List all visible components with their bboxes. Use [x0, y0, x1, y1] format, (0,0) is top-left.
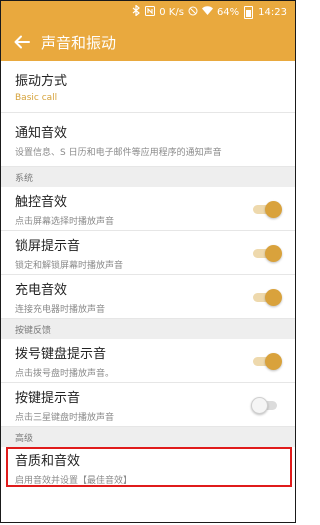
section-header-key-feedback: 按键反馈: [1, 319, 295, 339]
touch-sound-item[interactable]: 触控音效 点击屏幕选择时播放声音: [1, 187, 295, 231]
wifi-icon: [201, 6, 213, 18]
item-subtitle: 锁定和解锁屏幕时播放声音: [15, 260, 124, 271]
item-title: 音质和音效: [15, 454, 81, 469]
mute-icon: [188, 6, 198, 19]
item-title: 触控音效: [15, 194, 68, 210]
lock-sound-item[interactable]: 锁屏提示音 锁定和解锁屏幕时播放声音: [1, 231, 295, 275]
item-title: 按键提示音: [15, 390, 81, 406]
arrow-left-icon: [14, 35, 30, 49]
item-subtitle: Basic call: [15, 93, 58, 103]
screen: 0 K/s 64% 14:23 声音和振动 振动方式 Basic call 通知…: [0, 0, 296, 523]
battery-icon: [244, 5, 254, 19]
item-subtitle: 点击三星键盘时播放声音: [15, 412, 115, 423]
notification-sound-item[interactable]: 通知音效 设置信息、S 日历和电子邮件等应用程序的通知声音: [1, 113, 295, 167]
item-title: 充电音效: [15, 282, 68, 298]
vibration-pattern-item[interactable]: 振动方式 Basic call: [1, 61, 295, 113]
keyboard-sound-item[interactable]: 按键提示音 点击三星键盘时播放声音: [1, 383, 295, 427]
keyboard-sound-toggle[interactable]: [251, 396, 281, 414]
item-subtitle: 启用音效并设置【最佳音效】: [15, 476, 133, 486]
status-bar: 0 K/s 64% 14:23: [1, 1, 295, 23]
lock-sound-toggle[interactable]: [253, 244, 282, 262]
section-header-system: 系统: [1, 167, 295, 187]
charging-sound-item[interactable]: 充电音效 连接充电器时播放声音: [1, 275, 295, 319]
item-subtitle: 点击拨号盘时播放声音。: [15, 368, 115, 379]
item-title: 振动方式: [15, 74, 68, 89]
speed-text: 0 K/s: [159, 6, 184, 18]
clock: 14:23: [258, 6, 287, 18]
charging-sound-toggle[interactable]: [253, 288, 282, 306]
item-subtitle: 点击屏幕选择时播放声音: [15, 216, 115, 227]
page-title: 声音和振动: [41, 33, 117, 52]
app-bar: 声音和振动: [1, 23, 295, 61]
item-title: 锁屏提示音: [15, 238, 81, 254]
dialpad-tone-toggle[interactable]: [253, 352, 282, 370]
section-header-advanced: 高级: [1, 427, 295, 447]
item-subtitle: 连接充电器时播放声音: [15, 304, 106, 315]
battery-percent: 64%: [216, 6, 240, 18]
bluetooth-icon: [132, 4, 141, 19]
back-button[interactable]: [11, 31, 33, 53]
dialpad-tone-item[interactable]: 拨号键盘提示音 点击拨号盘时播放声音。: [1, 339, 295, 383]
touch-sound-toggle[interactable]: [253, 200, 282, 218]
item-title: 通知音效: [15, 125, 68, 141]
item-subtitle: 设置信息、S 日历和电子邮件等应用程序的通知声音: [15, 147, 222, 158]
item-title: 拨号键盘提示音: [15, 346, 107, 362]
sound-quality-item[interactable]: 音质和音效 启用音效并设置【最佳音效】: [1, 447, 295, 489]
nfc-icon: [145, 5, 156, 19]
settings-list: 振动方式 Basic call 通知音效 设置信息、S 日历和电子邮件等应用程序…: [1, 61, 295, 489]
